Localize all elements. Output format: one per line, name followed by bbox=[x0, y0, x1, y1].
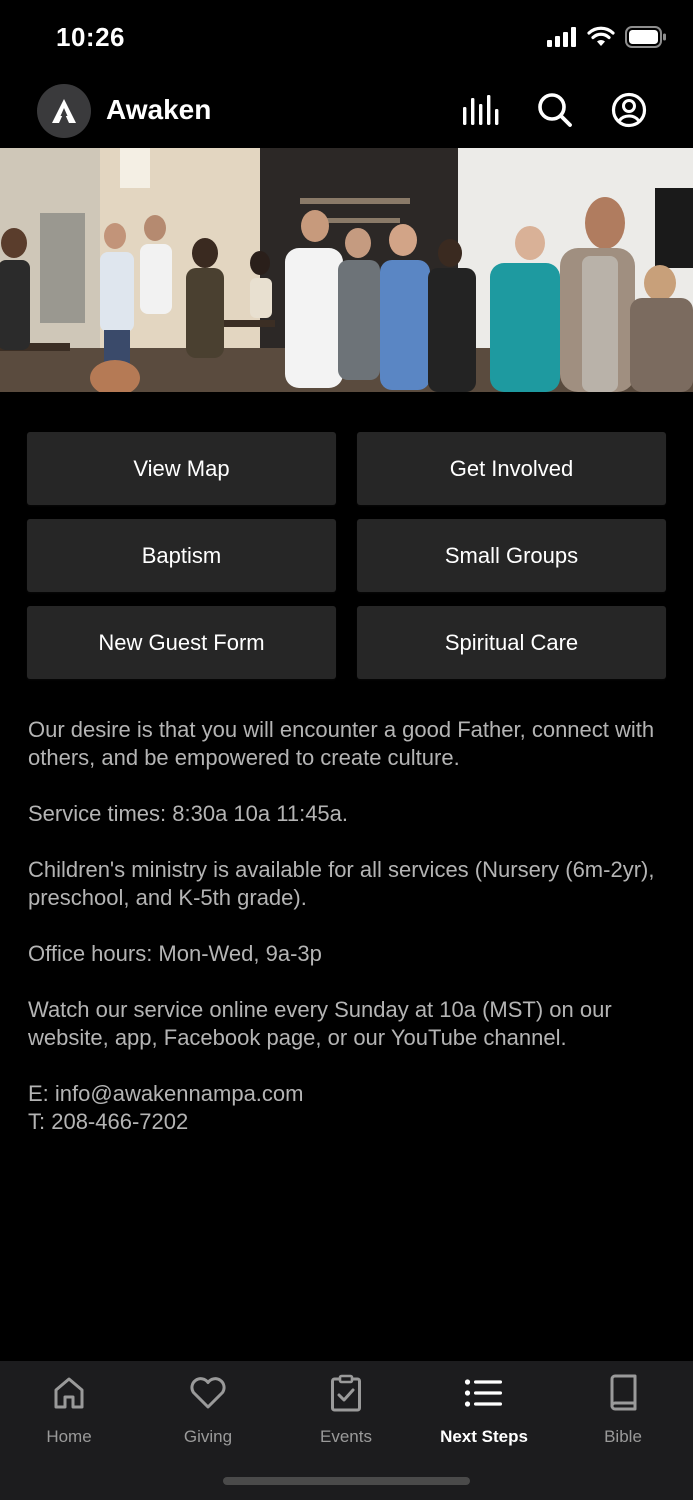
get-involved-button[interactable]: Get Involved bbox=[357, 432, 666, 505]
new-guest-form-button[interactable]: New Guest Form bbox=[27, 606, 336, 679]
status-icons bbox=[547, 25, 667, 53]
home-indicator[interactable] bbox=[223, 1477, 470, 1485]
clipboard-check-icon bbox=[330, 1373, 362, 1413]
baptism-button[interactable]: Baptism bbox=[27, 519, 336, 592]
tab-giving[interactable]: Giving bbox=[148, 1373, 268, 1447]
search-icon[interactable] bbox=[535, 90, 575, 130]
tab-home[interactable]: Home bbox=[9, 1373, 129, 1447]
hero-photo bbox=[0, 148, 693, 392]
desire-text: Our desire is that you will encounter a … bbox=[28, 717, 655, 770]
tab-giving-label: Giving bbox=[183, 1427, 233, 1446]
phone-link[interactable]: T: 208-466-7202 bbox=[28, 1108, 678, 1136]
app-header: Awaken bbox=[0, 80, 693, 146]
audio-bars-icon[interactable] bbox=[461, 90, 501, 130]
home-icon bbox=[52, 1373, 86, 1413]
logo-a-icon[interactable] bbox=[37, 84, 91, 138]
watch-online-text: Watch our service online every Sunday at… bbox=[28, 997, 612, 1050]
service-times-text: Service times: 8:30a 10a 11:45a. bbox=[28, 801, 349, 826]
list-icon bbox=[464, 1373, 504, 1413]
small-groups-button[interactable]: Small Groups bbox=[357, 519, 666, 592]
screen: 10:26 Awaken View Map Get Involved Bapti… bbox=[0, 0, 693, 1500]
children-ministry-text: Children's ministry is available for all… bbox=[28, 857, 655, 910]
next-steps-buttons: View Map Get Involved Baptism Small Grou… bbox=[27, 432, 666, 679]
heart-icon bbox=[189, 1373, 227, 1413]
account-icon[interactable] bbox=[609, 90, 649, 130]
tab-events-label: Events bbox=[320, 1427, 372, 1446]
app-title: Awaken bbox=[106, 94, 212, 125]
spiritual-care-button[interactable]: Spiritual Care bbox=[357, 606, 666, 679]
status-time: 10:26 bbox=[56, 22, 125, 52]
office-hours-text: Office hours: Mon-Wed, 9a-3p bbox=[28, 941, 322, 966]
wifi-icon bbox=[587, 26, 615, 52]
tab-events[interactable]: Events bbox=[286, 1373, 406, 1447]
book-icon bbox=[608, 1373, 638, 1413]
church-info: Our desire is that you will encounter a … bbox=[28, 716, 678, 1136]
tab-bible[interactable]: Bible bbox=[563, 1373, 683, 1447]
tab-home-label: Home bbox=[46, 1427, 92, 1446]
tab-next-steps-label: Next Steps bbox=[440, 1427, 528, 1446]
email-link[interactable]: E: info@awakennampa.com bbox=[28, 1080, 678, 1108]
status-bar: 10:26 bbox=[0, 0, 693, 80]
battery-icon bbox=[625, 25, 667, 53]
tab-bible-label: Bible bbox=[604, 1427, 642, 1446]
view-map-button[interactable]: View Map bbox=[27, 432, 336, 505]
tab-next-steps[interactable]: Next Steps bbox=[424, 1373, 544, 1447]
cellular-signal-icon bbox=[547, 26, 577, 52]
